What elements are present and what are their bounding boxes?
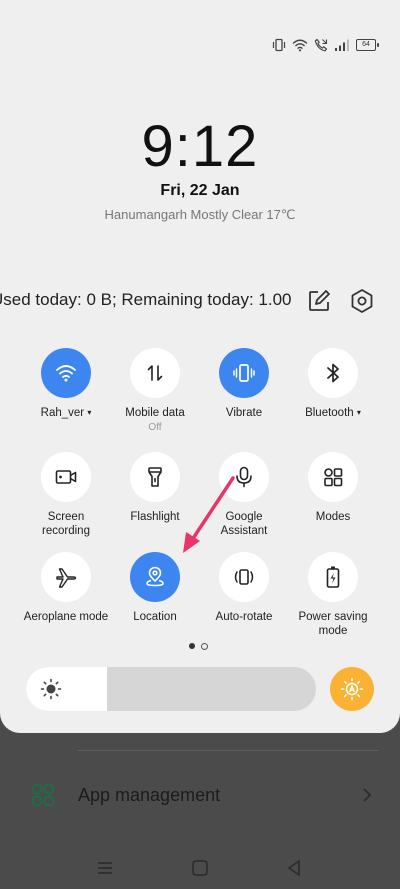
data-usage-text: Used today: 0 B; Remaining today: 1.00 G… (0, 290, 292, 309)
status-bar-icons: 64 (272, 38, 379, 52)
power-saving-toggle[interactable] (308, 552, 358, 602)
screen-recording-icon (55, 470, 77, 484)
tile-label: Location (133, 611, 177, 623)
tile-label: Auto-rotate (215, 611, 273, 623)
settings-gear-icon[interactable] (348, 287, 376, 315)
recents-menu-icon[interactable] (93, 856, 117, 880)
background-divider (78, 750, 378, 751)
quick-settings-panel: 64 9:12 Fri, 22 Jan Hanumangarh Mostly C… (0, 0, 400, 733)
dropdown-caret-icon: ▾ (87, 408, 92, 417)
tile-label: Power saving mode (298, 611, 368, 637)
tile-wifi[interactable]: Rah_ver ▾ (18, 348, 114, 420)
mobile-data-icon (147, 365, 163, 381)
mobile-data-toggle[interactable] (130, 348, 180, 398)
tile-label: Modes (315, 511, 351, 523)
brightness-slider[interactable] (26, 667, 316, 711)
tile-vibrate[interactable]: Vibrate (196, 348, 292, 420)
tile-sublabel: Off (148, 422, 162, 433)
tile-flashlight[interactable]: Flashlight (107, 452, 203, 524)
location-icon (146, 566, 164, 587)
home-icon[interactable] (188, 856, 212, 880)
edit-tiles-icon[interactable] (306, 288, 332, 314)
weather-label: Hanumangarh Mostly Clear 17℃ (104, 207, 296, 222)
flashlight-toggle[interactable] (130, 452, 180, 502)
back-icon[interactable] (282, 856, 306, 880)
brightness-sun-icon (40, 678, 62, 700)
flashlight-icon (148, 467, 162, 487)
tile-screen-recording[interactable]: Screen recording (18, 452, 114, 538)
tile-label: Rah_ver (40, 407, 85, 419)
google-assistant-toggle[interactable] (219, 452, 269, 502)
vibrate-status-icon (272, 38, 286, 52)
bluetooth-toggle[interactable] (308, 348, 358, 398)
chevron-right-icon (363, 788, 372, 802)
tile-location[interactable]: Location (107, 552, 203, 624)
navigation-bar (0, 848, 400, 889)
wifi-status-icon (292, 39, 308, 52)
tile-aeroplane-mode[interactable]: Aeroplane mode (18, 552, 114, 624)
wifi-toggle[interactable] (41, 348, 91, 398)
data-usage-ticker: Used today: 0 B; Remaining today: 1.00 G… (0, 290, 292, 310)
screen-recording-toggle[interactable] (41, 452, 91, 502)
tile-modes[interactable]: Modes (285, 452, 381, 524)
airplane-icon (56, 568, 77, 588)
bluetooth-icon (327, 363, 339, 383)
modes-icon (324, 468, 343, 487)
app-management-icon (31, 783, 55, 807)
signal-strength-icon (335, 39, 349, 51)
auto-brightness-button[interactable] (330, 667, 374, 711)
auto-rotate-toggle[interactable] (219, 552, 269, 602)
tile-bluetooth[interactable]: Bluetooth ▾ (285, 348, 381, 420)
battery-saver-icon (326, 566, 340, 588)
vibrate-icon (233, 364, 255, 382)
page-dot-active[interactable] (189, 643, 195, 649)
page-indicator (189, 643, 208, 650)
tile-auto-rotate[interactable]: Auto-rotate (196, 552, 292, 624)
date-label: Fri, 22 Jan (160, 182, 240, 199)
modes-toggle[interactable] (308, 452, 358, 502)
tile-label: Screen recording (42, 511, 90, 537)
tile-mobile-data[interactable]: Mobile data Off (107, 348, 203, 433)
page-dot[interactable] (201, 643, 208, 650)
tile-google-assistant[interactable]: Google Assistant (196, 452, 292, 538)
tile-label: Bluetooth (305, 407, 354, 419)
dropdown-caret-icon: ▾ (356, 408, 361, 417)
auto-rotate-icon (234, 569, 254, 585)
tile-power-saving[interactable]: Power saving mode (285, 552, 381, 638)
aeroplane-mode-toggle[interactable] (41, 552, 91, 602)
tile-label: Mobile data (125, 407, 185, 419)
tile-label: Flashlight (130, 511, 180, 523)
battery-indicator: 64 (356, 39, 379, 51)
tile-label: Google Assistant (220, 511, 268, 537)
microphone-icon (236, 466, 252, 488)
wifi-icon (56, 365, 76, 382)
tile-label: Vibrate (225, 407, 263, 419)
tile-label: Aeroplane mode (23, 611, 109, 623)
clock-time: 9:12 (141, 114, 259, 179)
brightness-slider-fill (26, 667, 108, 711)
app-management-label: App management (78, 784, 221, 805)
volte-call-icon (314, 38, 328, 52)
location-toggle[interactable] (130, 552, 180, 602)
vibrate-toggle[interactable] (219, 348, 269, 398)
auto-brightness-icon (340, 677, 364, 701)
app-management-item[interactable]: App management (30, 782, 220, 808)
